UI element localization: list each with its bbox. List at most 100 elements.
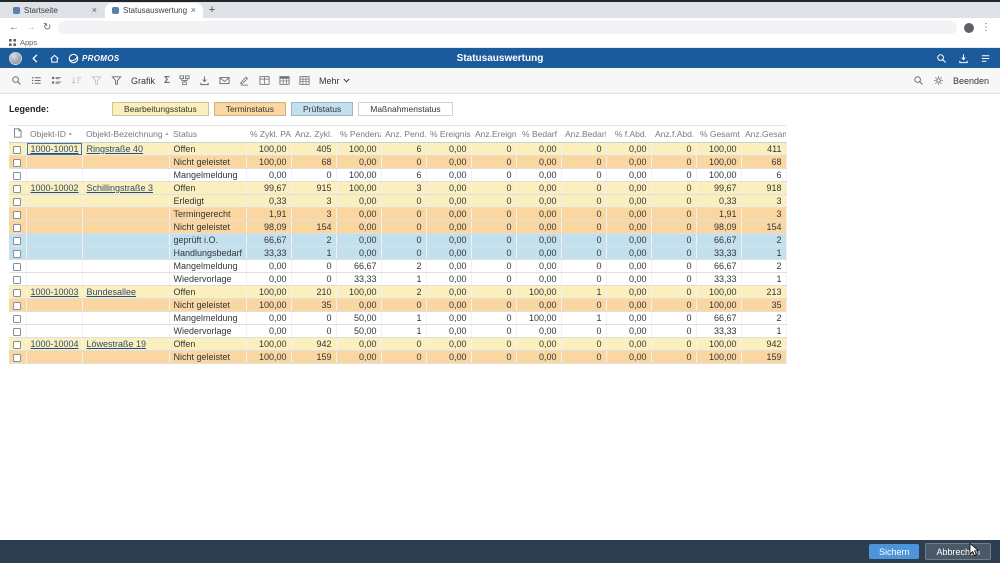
grafik-button[interactable]: Grafik (131, 76, 155, 86)
row-checkbox[interactable] (13, 146, 21, 154)
new-tab-button[interactable]: + (204, 4, 220, 18)
row-checkbox[interactable] (13, 354, 21, 362)
sort-icon[interactable] (71, 75, 82, 86)
address-input[interactable] (58, 21, 957, 34)
column-header[interactable]: % Zykl. PA (246, 126, 291, 143)
row-checkbox[interactable] (13, 185, 21, 193)
tab-close-icon[interactable]: × (191, 6, 196, 15)
home-icon[interactable] (49, 53, 60, 64)
objekt-id-link[interactable]: 1000-10004 (31, 339, 79, 349)
beenden-button[interactable]: Beenden (953, 76, 989, 86)
profile-icon[interactable] (964, 23, 974, 33)
objekt-id-link[interactable]: 1000-10001 (31, 144, 79, 154)
legend-chip-bearbeitung[interactable]: Bearbeitungsstatus (112, 102, 209, 116)
objekt-id-link[interactable]: 1000-10002 (31, 183, 79, 193)
objekt-id-cell[interactable]: 1000-10003 (26, 286, 82, 299)
value-cell: 0,00 (336, 351, 381, 364)
nav-back-icon[interactable] (30, 53, 41, 64)
row-checkbox[interactable] (13, 328, 21, 336)
list-details-icon[interactable] (51, 75, 62, 86)
column-header[interactable]: % Bedarf (516, 126, 561, 143)
objekt-bezeichnung-cell[interactable]: Bundesallee (82, 286, 169, 299)
value-cell: 0 (561, 273, 606, 286)
objekt-id-cell[interactable]: 1000-10002 (26, 182, 82, 195)
row-checkbox[interactable] (13, 250, 21, 258)
column-header[interactable]: Anz.f.Abd. (651, 126, 696, 143)
forward-icon[interactable]: → (26, 23, 36, 33)
row-checkbox[interactable] (13, 172, 21, 180)
settings-gear-icon[interactable] (933, 75, 944, 86)
row-checkbox[interactable] (13, 211, 21, 219)
objekt-bezeichnung-cell[interactable]: Schillingstraße 3 (82, 182, 169, 195)
browser-tab-statusauswertung[interactable]: Statusauswertung × (105, 3, 203, 18)
grid-icon[interactable] (299, 75, 310, 86)
row-checkbox[interactable] (13, 198, 21, 206)
column-header[interactable]: % f.Abd. (606, 126, 651, 143)
column-header[interactable]: Anz.Gesamt (741, 126, 786, 143)
header-log-icon[interactable] (980, 53, 991, 64)
pivot-icon[interactable] (179, 75, 190, 86)
email-icon[interactable] (219, 75, 230, 86)
objekt-bezeichnung-link[interactable]: Bundesallee (87, 287, 137, 297)
objekt-id-cell[interactable]: 1000-10004 (26, 338, 82, 351)
filter-clear-icon[interactable] (91, 75, 102, 86)
column-header[interactable]: Anz.Ereign (471, 126, 516, 143)
column-header[interactable]: Objekt-Bezeichnung▲ (82, 126, 169, 143)
list-bullets-icon[interactable] (31, 75, 42, 86)
legend-chip-massnahme[interactable]: Maßnahmenstatus (358, 102, 452, 116)
objekt-bezeichnung-cell[interactable]: Löwestraße 19 (82, 338, 169, 351)
column-header[interactable]: % Ereignis (426, 126, 471, 143)
objekt-bezeichnung-link[interactable]: Löwestraße 19 (87, 339, 147, 349)
objekt-id-link[interactable]: 1000-10003 (31, 287, 79, 297)
signature-icon[interactable] (239, 75, 250, 86)
user-avatar[interactable] (9, 52, 22, 65)
legend-chip-pruef[interactable]: Prüfstatus (291, 102, 353, 116)
header-search-icon[interactable] (936, 53, 947, 64)
row-checkbox[interactable] (13, 341, 21, 349)
value-cell: 0 (381, 247, 426, 260)
mehr-button[interactable]: Mehr (319, 76, 350, 86)
value-cell: 100,00 (336, 182, 381, 195)
column-header[interactable]: % Pendenz. (336, 126, 381, 143)
row-checkbox[interactable] (13, 263, 21, 271)
row-checkbox[interactable] (13, 289, 21, 297)
spreadsheet-icon[interactable] (279, 75, 290, 86)
filter-icon[interactable] (111, 75, 122, 86)
table-icon[interactable] (259, 75, 270, 86)
objekt-bezeichnung-link[interactable]: Schillingstraße 3 (87, 183, 154, 193)
value-cell: 0,00 (426, 156, 471, 169)
column-header[interactable]: % Gesamt (696, 126, 741, 143)
tab-close-icon[interactable]: × (92, 6, 97, 15)
objekt-bezeichnung-link[interactable]: Ringstraße 40 (87, 144, 144, 154)
column-header[interactable]: Objekt-ID▲ (26, 126, 82, 143)
column-header[interactable]: Anz.Bedarf (561, 126, 606, 143)
value-cell: 0 (381, 221, 426, 234)
legend-chip-termin[interactable]: Terminstatus (214, 102, 286, 116)
back-icon[interactable]: ← (9, 23, 19, 33)
row-checkbox[interactable] (13, 302, 21, 310)
value-cell: 0,00 (516, 247, 561, 260)
column-header[interactable]: Status (169, 126, 246, 143)
row-checkbox[interactable] (13, 224, 21, 232)
browser-tab-startseite[interactable]: Startseite × (6, 3, 104, 18)
bookmarks-apps-label[interactable]: Apps (20, 38, 37, 47)
select-all-header[interactable] (9, 126, 26, 143)
header-download-icon[interactable] (958, 53, 969, 64)
cancel-button[interactable]: Abbrechen (925, 543, 991, 560)
save-button[interactable]: Sichern (869, 544, 920, 559)
search-icon[interactable] (913, 75, 924, 86)
objekt-bezeichnung-cell[interactable]: Ringstraße 40 (82, 143, 169, 156)
browser-menu-icon[interactable]: ⋮ (981, 23, 991, 33)
row-checkbox[interactable] (13, 159, 21, 167)
find-icon[interactable] (11, 75, 22, 86)
row-checkbox[interactable] (13, 315, 21, 323)
value-cell: 0 (561, 143, 606, 156)
objekt-id-cell[interactable]: 1000-10001 (26, 143, 82, 156)
export-icon[interactable] (199, 75, 210, 86)
column-header[interactable]: Anz. Zykl. (291, 126, 336, 143)
sum-icon[interactable]: Σ (164, 76, 170, 86)
row-checkbox[interactable] (13, 276, 21, 284)
column-header[interactable]: Anz. Pend. (381, 126, 426, 143)
reload-icon[interactable]: ↻ (43, 23, 51, 33)
row-checkbox[interactable] (13, 237, 21, 245)
